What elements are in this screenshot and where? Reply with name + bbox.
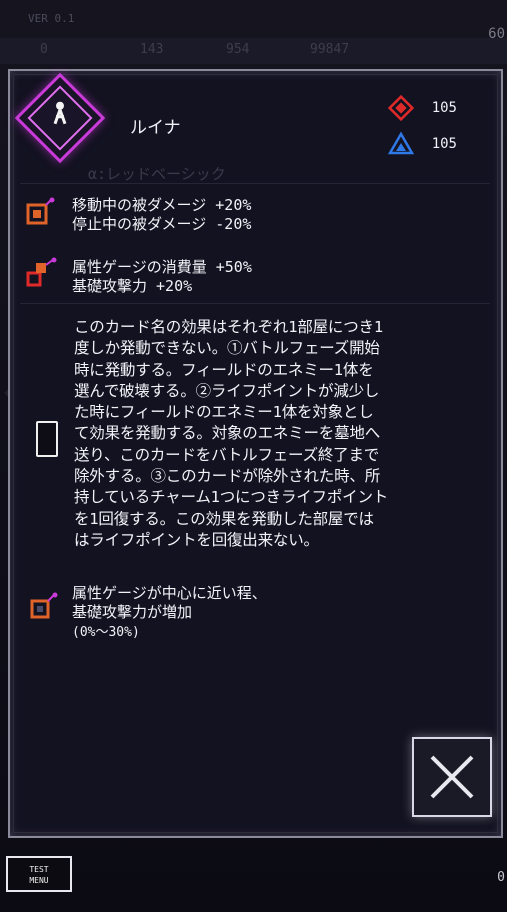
description-line: このカード名の効果はそれぞれ1部屋につき1 (74, 318, 383, 336)
effect-1-line-1: 移動中の被ダメージ +20% (72, 196, 252, 214)
stat-blue-value: 105 (431, 136, 457, 152)
gauge-center-effect-icon (30, 592, 58, 619)
description-line: 度しか発動できない。①バトルフェーズ開始 (74, 339, 380, 358)
description-line: 送り、このカードをバトルフェーズ終了まで (74, 445, 380, 464)
close-button[interactable] (412, 737, 492, 817)
effect-3-line-2: 基礎攻撃力が増加 (72, 603, 193, 621)
movement-effect-icon (26, 197, 55, 225)
character-figure-icon (53, 101, 67, 125)
version-label: VER 0.1 (28, 12, 75, 25)
card-subtitle: α:レッドベーシック (88, 165, 226, 183)
resource-count-4: 99847 (310, 42, 350, 57)
resource-count-2: 143 (140, 42, 164, 57)
effect-3-line-3: (0%～30%) (72, 625, 140, 640)
stat-red: 105 (387, 95, 457, 121)
fps-counter: 60 (488, 26, 505, 42)
blue-triangle-icon (387, 131, 414, 155)
character-name: ルイナ (130, 118, 181, 138)
bottom-counter: 0 (497, 870, 505, 885)
card-icon (36, 421, 58, 457)
test-menu-button[interactable]: TEST MENU (6, 856, 72, 892)
divider (20, 303, 490, 304)
character-detail-dialog: ルイナ 105 105 α:レッドベーシック 移動中の被ダメージ +20% 停止… (8, 69, 503, 838)
card-effect-description: このカード名の効果はそれぞれ1部屋につき1 度しか発動できない。①バトルフェーズ開… (74, 317, 494, 551)
description-line: はライフポイントを回復出来ない。 (74, 530, 319, 549)
resource-bar (0, 38, 507, 64)
description-line: 除外する。③このカードが除外された時、所 (74, 467, 381, 486)
character-portrait (14, 72, 106, 164)
test-menu-label: TEST MENU (29, 865, 49, 885)
description-line: て効果を発動する。対象のエネミーを墓地へ (74, 424, 381, 443)
attribute-gauge-icon (26, 257, 57, 287)
effect-3-text: 属性ゲージが中心に近い程、 基礎攻撃力が増加 (0%～30%) (72, 584, 267, 642)
resource-count-3: 954 (226, 42, 250, 57)
close-x-icon (430, 755, 474, 799)
resource-count-1: 0 (40, 42, 48, 57)
red-diamond-icon (387, 95, 414, 121)
effect-3-line-1: 属性ゲージが中心に近い程、 (72, 584, 267, 602)
description-line: 選んで破壊する。②ライフポイントが減少し (74, 381, 380, 400)
description-line: 持しているチャーム1つにつきライフポイント (74, 488, 389, 507)
effect-1-line-2: 停止中の被ダメージ -20% (72, 215, 252, 233)
effect-2-text: 属性ゲージの消費量 +50% 基礎攻撃力 +20% (72, 258, 252, 296)
effect-2-line-2: 基礎攻撃力 +20% (72, 277, 193, 295)
description-line: を1回復する。この効果を発動した部屋では (74, 509, 374, 528)
description-line: 時に発動する。フィールドのエネミー1体を (74, 360, 374, 379)
divider (20, 183, 490, 184)
effect-2-line-1: 属性ゲージの消費量 +50% (72, 258, 252, 276)
stat-blue: 105 (387, 131, 457, 157)
effect-1-text: 移動中の被ダメージ +20% 停止中の被ダメージ -20% (72, 196, 251, 234)
stat-red-value: 105 (431, 100, 457, 116)
description-line: た時にフィールドのエネミー1体を対象とし (74, 403, 374, 422)
